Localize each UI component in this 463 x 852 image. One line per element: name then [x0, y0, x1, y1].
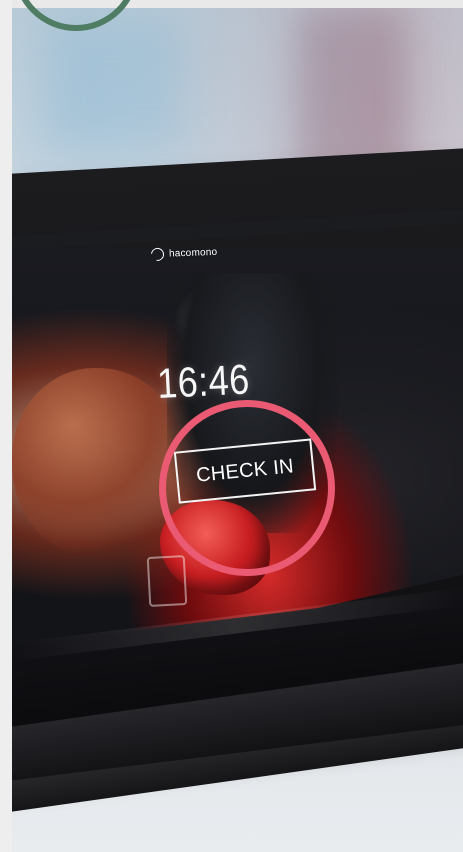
- brand-logo: hacomono: [148, 245, 218, 264]
- check-in-highlight-ring: [159, 400, 335, 576]
- brand-text: hacomono: [168, 246, 218, 260]
- background-blur-blue: [42, 18, 182, 148]
- left-margin-strip: [0, 0, 12, 852]
- screenshot-frame: hacomono 16:46 CHECK IN: [0, 0, 463, 852]
- tablet-photo-scene: hacomono 16:46 CHECK IN: [12, 8, 463, 852]
- glove-wrap-detail: [146, 555, 188, 607]
